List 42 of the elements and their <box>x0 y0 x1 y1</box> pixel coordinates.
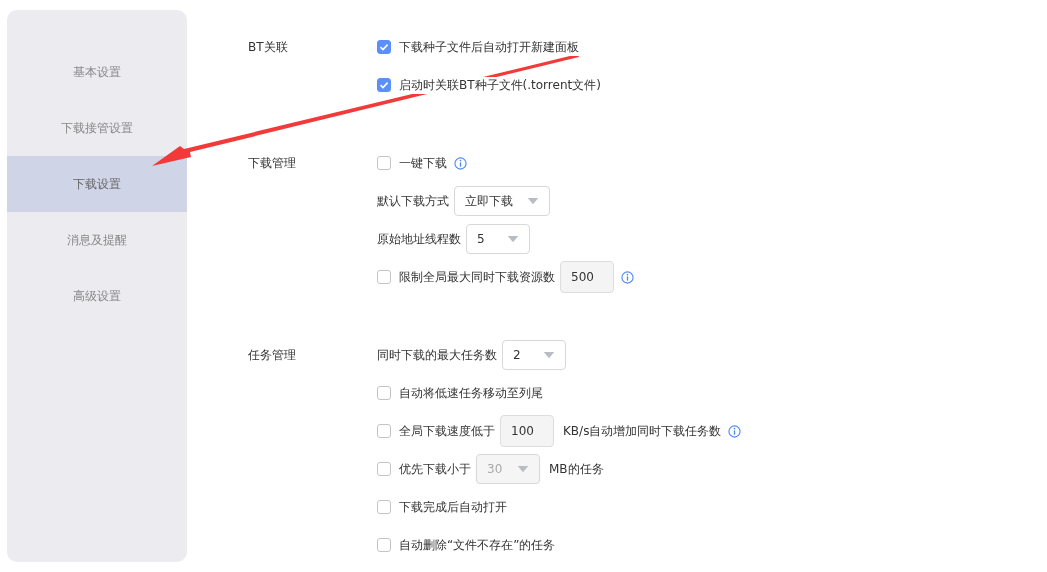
option-label: 自动删除“文件不存在”的任务 <box>399 536 556 554</box>
option-label: 启动时关联BT种子文件(.torrent文件) <box>399 76 601 94</box>
section-label: BT关联 <box>248 39 289 56</box>
number-field[interactable]: 500 <box>560 261 614 293</box>
caret-icon <box>507 235 519 243</box>
checkbox[interactable] <box>377 500 391 514</box>
option-label: KB/s自动增加同时下载任务数 <box>563 422 722 440</box>
checkbox[interactable] <box>377 538 391 552</box>
checkbox[interactable] <box>377 156 391 170</box>
option-label: 下载完成后自动打开 <box>399 498 507 516</box>
sidebar-item[interactable]: 基本设置 <box>7 44 187 100</box>
dropdown[interactable]: 5 <box>466 224 530 254</box>
sidebar-item[interactable]: 高级设置 <box>7 268 187 324</box>
dropdown[interactable]: 立即下载 <box>454 186 550 216</box>
option-label: 优先下载小于 <box>399 460 471 478</box>
section-label: 下载管理 <box>248 155 297 172</box>
caret-icon <box>543 351 555 359</box>
option-label: 自动将低速任务移动至列尾 <box>399 384 543 402</box>
caret-icon <box>517 465 529 473</box>
sidebar-item[interactable]: 下载接管设置 <box>7 100 187 156</box>
checkbox[interactable] <box>377 78 391 92</box>
option-label: 限制全局最大同时下载资源数 <box>399 268 555 286</box>
sidebar-item[interactable]: 下载设置 <box>7 156 187 212</box>
caret-icon <box>527 197 539 205</box>
number-field[interactable]: 100 <box>500 415 554 447</box>
dropdown[interactable]: 2 <box>502 340 566 370</box>
info-icon[interactable] <box>621 270 634 284</box>
option-label: 一键下载 <box>399 154 447 172</box>
info-icon[interactable] <box>728 424 742 438</box>
option-label: 默认下载方式 <box>377 192 449 210</box>
checkbox[interactable] <box>377 424 391 438</box>
option-label: 下载种子文件后自动打开新建面板 <box>399 38 579 56</box>
option-label: 全局下载速度低于 <box>399 422 495 440</box>
checkbox[interactable] <box>377 270 391 284</box>
option-label: MB的任务 <box>549 460 604 478</box>
info-icon[interactable] <box>454 156 467 170</box>
option-label: 原始地址线程数 <box>377 230 461 248</box>
sidebar-item[interactable]: 消息及提醒 <box>7 212 187 268</box>
option-label: 同时下载的最大任务数 <box>377 346 497 364</box>
section-label: 任务管理 <box>248 347 297 364</box>
checkbox[interactable] <box>377 40 391 54</box>
checkbox[interactable] <box>377 386 391 400</box>
